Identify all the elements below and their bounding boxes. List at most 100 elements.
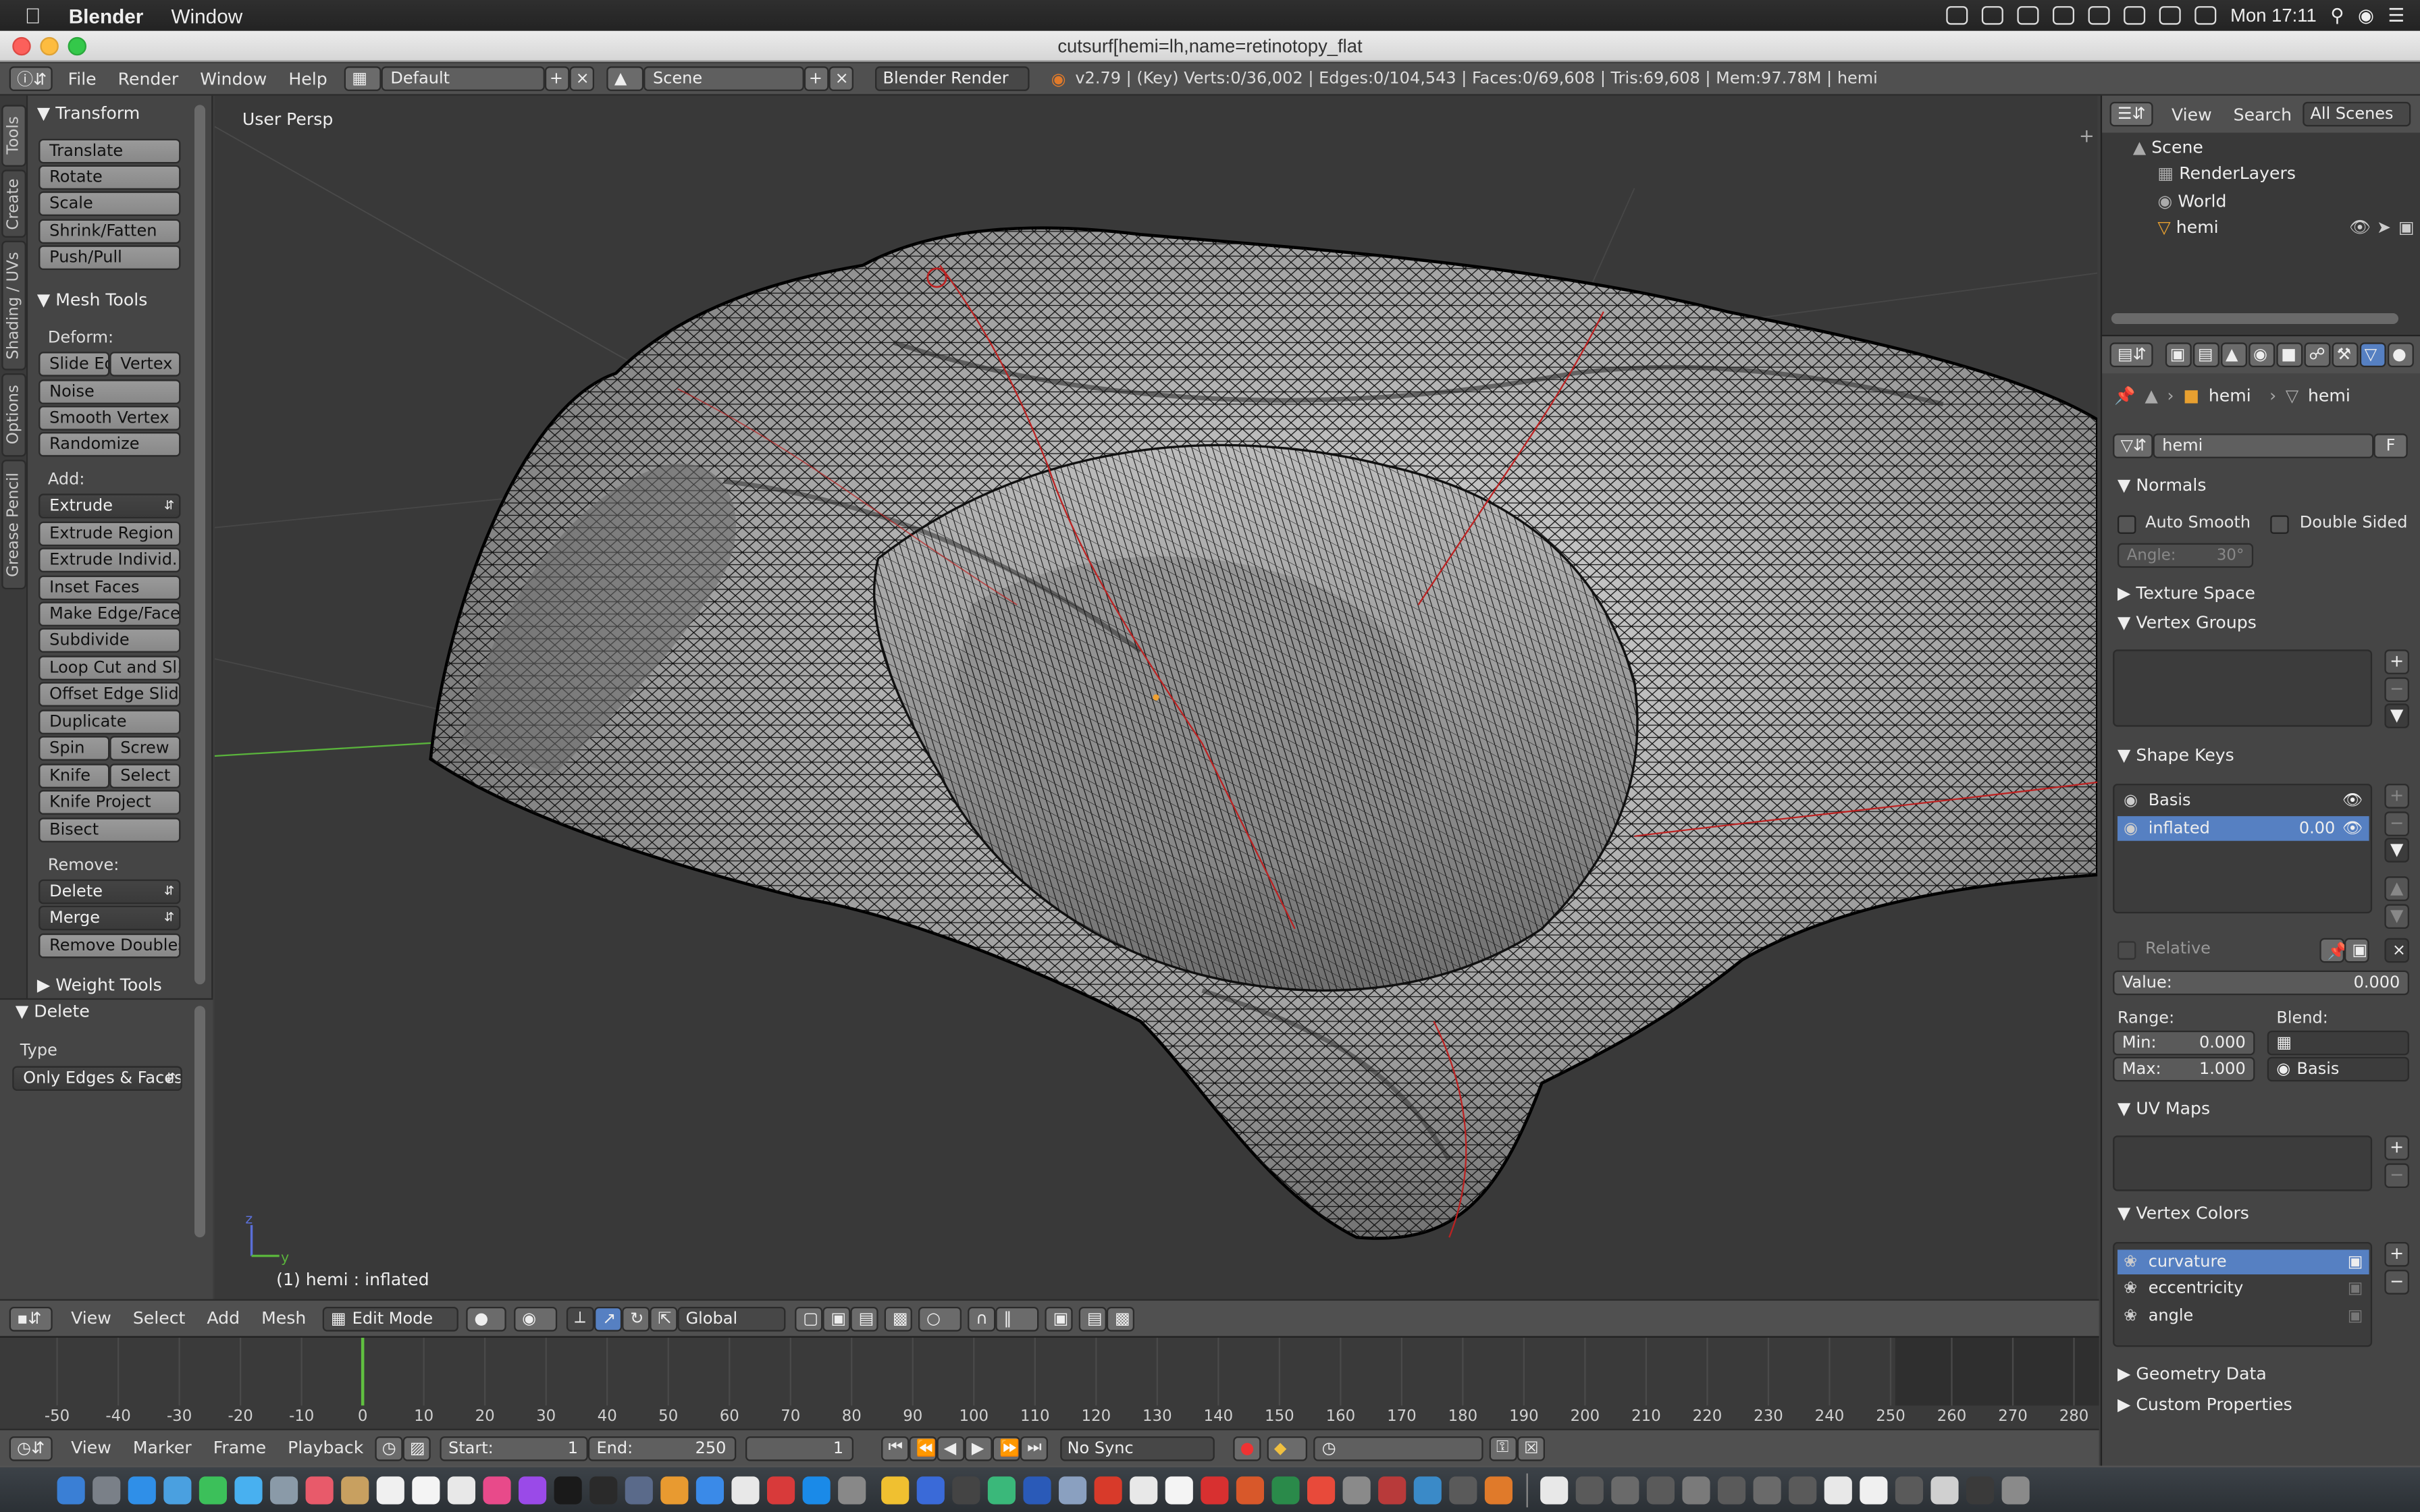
outliner-renderlayers[interactable]: ▦ RenderLayers	[2157, 163, 2296, 184]
modifiers-tab-icon[interactable]: ⚒	[2332, 342, 2359, 367]
scale-button[interactable]: Scale	[38, 191, 181, 216]
upload-icon[interactable]	[1982, 6, 2004, 25]
docker-icon[interactable]	[2053, 6, 2075, 25]
relative-checkbox[interactable]	[2118, 941, 2136, 960]
document-icon[interactable]	[1165, 1476, 1193, 1504]
clear-shape-key-icon[interactable]: ×	[2384, 938, 2410, 963]
virtualbox-icon[interactable]	[624, 1476, 652, 1504]
add-screen-icon[interactable]: +	[544, 66, 570, 91]
vertex-colors-list[interactable]: ❀ curvature ▣ ❀ eccentricity ▣ ❀ angle ▣	[2113, 1242, 2373, 1347]
timeline-ruler[interactable]: -50 -40 -30 -20 -10 0 10 20 30 40 50 60 70 80 90 100 110…	[0, 1337, 2099, 1430]
move-shape-key-down-icon[interactable]: ▼	[2384, 904, 2410, 929]
add-uv-map-button[interactable]: +	[2384, 1135, 2410, 1160]
mesh-tools-panel-header[interactable]: ▼ Mesh Tools	[37, 290, 148, 310]
shape-key-basis[interactable]: ◉ Basis 👁	[2118, 788, 2369, 813]
rotate-button[interactable]: Rotate	[38, 165, 181, 190]
close-window-button[interactable]	[12, 36, 31, 56]
keying-icon[interactable]: ◆	[1266, 1435, 1307, 1461]
facetime-icon[interactable]	[198, 1476, 226, 1504]
minimized-window-icon[interactable]	[1646, 1476, 1675, 1504]
occlude-icon[interactable]: ▩	[885, 1305, 913, 1331]
screw-button[interactable]: Screw	[109, 736, 181, 761]
app-icon[interactable]	[1130, 1476, 1158, 1504]
terminal-icon[interactable]	[589, 1476, 617, 1504]
timeline-menu-playback[interactable]: Playback	[288, 1438, 363, 1458]
double-sided-checkbox[interactable]	[2270, 515, 2289, 534]
offset-edge-slide-button[interactable]: Offset Edge Slide	[38, 682, 181, 707]
scene-field[interactable]: Scene	[643, 66, 804, 91]
minimized-window-icon[interactable]	[1575, 1476, 1604, 1504]
snap-target-icon[interactable]: ‖	[996, 1305, 1040, 1331]
hemi-mesh[interactable]	[429, 226, 2098, 1240]
pin-icon[interactable]: 📌	[2114, 385, 2135, 406]
manipulator-icon[interactable]: ⟂	[567, 1305, 595, 1331]
world-tab-icon[interactable]: ◉	[2248, 342, 2276, 367]
battery-icon[interactable]	[2194, 6, 2217, 25]
randomize-button[interactable]: Randomize	[38, 432, 181, 457]
editor-type-3d-icon[interactable]: ▪⇵	[9, 1305, 53, 1331]
render-icon[interactable]: ▣	[1045, 1305, 1074, 1331]
vertex-groups-list[interactable]	[2113, 649, 2373, 727]
search-icon[interactable]: ⚲	[2330, 5, 2344, 26]
zoom-window-button[interactable]	[68, 36, 86, 56]
keynote-icon[interactable]	[695, 1476, 723, 1504]
app-menu[interactable]: Blender	[69, 4, 144, 27]
mode-select[interactable]: ▦ Edit Mode	[323, 1305, 459, 1331]
siri-icon[interactable]: ◉	[2358, 5, 2374, 26]
scene-icon[interactable]: ▲	[606, 66, 644, 91]
remove-shape-key-button[interactable]: −	[2384, 811, 2410, 836]
editor-type-icon[interactable]: ⓘ⇵	[9, 66, 53, 91]
screen-layout-field[interactable]: Default	[381, 66, 545, 91]
jump-end-icon[interactable]: ⏭	[1019, 1435, 1047, 1461]
render-engine-select[interactable]: Blender Render	[875, 66, 1030, 91]
minimized-window-icon[interactable]	[1930, 1476, 1959, 1504]
timeline-editor-icon[interactable]: ◷⇵	[9, 1435, 53, 1461]
uv-maps-list[interactable]	[2113, 1135, 2373, 1191]
vertex-color-angle[interactable]: ❀ angle ▣	[2118, 1303, 2369, 1328]
opengl-anim-icon[interactable]: ▩	[1107, 1305, 1135, 1331]
scale-manipulator-icon[interactable]: ⇱	[650, 1305, 679, 1331]
remove-screen-icon[interactable]: ×	[569, 66, 595, 91]
reminders-icon[interactable]	[446, 1476, 475, 1504]
play-reverse-icon[interactable]: ◀	[936, 1435, 964, 1461]
add-vertex-color-button[interactable]: +	[2384, 1242, 2410, 1267]
viewport-shading-icon[interactable]: ●	[467, 1305, 507, 1331]
tab-create[interactable]: Create	[1, 169, 26, 238]
insert-keyframe-icon[interactable]: ⚿	[1488, 1435, 1517, 1461]
knife-project-button[interactable]: Knife Project	[38, 790, 181, 815]
activity-icon[interactable]	[660, 1476, 688, 1504]
app-icon[interactable]	[1094, 1476, 1122, 1504]
3d-viewport[interactable]: z y + User Persp (1) hemi : inflated	[214, 95, 2098, 1299]
extrude-dropdown[interactable]: Extrude ⇵	[38, 493, 181, 519]
outliner-scrollbar[interactable]	[2111, 313, 2399, 325]
shrink-fatten-button[interactable]: Shrink/Fatten	[38, 219, 181, 244]
constraints-tab-icon[interactable]: ☍	[2304, 342, 2331, 367]
app-icon[interactable]	[1378, 1476, 1406, 1504]
outliner-world[interactable]: ◉ World	[2157, 191, 2226, 211]
battery-meter-icon[interactable]	[2088, 6, 2110, 25]
mesh-data-tab-icon[interactable]: ▽	[2359, 342, 2386, 367]
add-shape-key-button[interactable]: +	[2384, 784, 2410, 809]
record-icon[interactable]: ●	[1232, 1435, 1261, 1461]
menu-window-blender[interactable]: Window	[200, 69, 267, 89]
minimize-window-button[interactable]	[40, 36, 59, 56]
shape-value-field[interactable]: Value: 0.000	[2113, 970, 2410, 996]
merge-dropdown[interactable]: Merge ⇵	[38, 905, 181, 931]
menu-help[interactable]: Help	[288, 69, 327, 89]
texture-space-panel-header[interactable]: ▶ Texture Space	[2118, 583, 2255, 603]
notes-icon[interactable]	[411, 1476, 440, 1504]
vertex-select-icon[interactable]: ▣	[823, 1305, 851, 1331]
fake-user-button[interactable]: F	[2373, 433, 2408, 458]
menu-select[interactable]: Select	[133, 1308, 186, 1328]
menu-render[interactable]: Render	[118, 69, 179, 89]
slider-min-field[interactable]: Min: 0.000	[2113, 1030, 2255, 1056]
remove-scene-icon[interactable]: ×	[828, 66, 854, 91]
delete-keyframe-icon[interactable]: ☒	[1516, 1435, 1544, 1461]
minimized-window-icon[interactable]	[1895, 1476, 1924, 1504]
word-icon[interactable]	[1023, 1476, 1051, 1504]
timeline[interactable]: -50 -40 -30 -20 -10 0 10 20 30 40 50 60 70 80 90 100 110…	[0, 1336, 2099, 1430]
add-vertex-group-button[interactable]: +	[2384, 649, 2410, 674]
slide-edge-button[interactable]: Slide Ed	[38, 352, 110, 377]
keying-set-field[interactable]: ◷	[1313, 1435, 1483, 1461]
bisect-button[interactable]: Bisect	[38, 817, 181, 842]
